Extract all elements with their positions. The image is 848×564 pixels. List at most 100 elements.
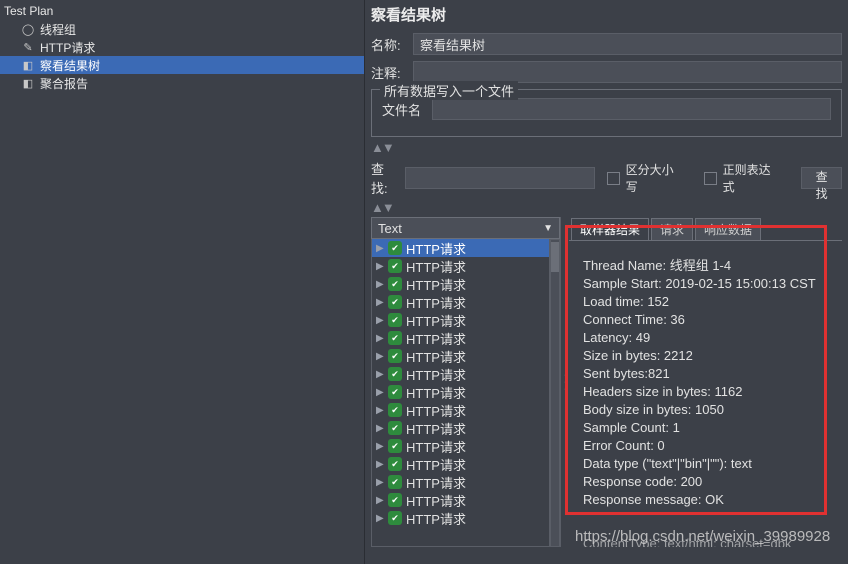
tab-response[interactable]: 响应数据	[695, 218, 761, 240]
plan-tree[interactable]: Test Plan ◯ 线程组 ✎ HTTP请求 ◧ 察看结果树 ◧ 聚合报告	[0, 0, 365, 564]
success-icon: ✔	[388, 277, 402, 291]
detail-line: Headers size in bytes: 1162	[583, 383, 828, 401]
result-label: HTTP请求	[406, 473, 466, 492]
renderer-dropdown[interactable]: Text ▼	[371, 217, 560, 239]
success-icon: ✔	[388, 349, 402, 363]
regex-checkbox[interactable]	[704, 172, 716, 185]
result-row[interactable]: ▶✔ HTTP请求	[372, 383, 549, 401]
tree-item-resultstree[interactable]: ◧ 察看结果树	[0, 56, 364, 74]
success-icon: ✔	[388, 457, 402, 471]
result-row[interactable]: ▶✔ HTTP请求	[372, 347, 549, 365]
result-row[interactable]: ▶✔HTTP请求	[372, 473, 549, 491]
success-icon: ✔	[388, 313, 402, 327]
split-handle[interactable]: ···	[561, 217, 569, 547]
result-label: HTTP请求	[406, 455, 466, 474]
expand-icon: ▶	[376, 423, 388, 434]
success-icon: ✔	[388, 403, 402, 417]
result-row[interactable]: ▶✔HTTP请求	[372, 491, 549, 509]
detail-line: Response code: 200	[583, 473, 828, 491]
result-label: HTTP请求	[406, 329, 466, 348]
collapse-arrows-2[interactable]: ▲▼	[371, 203, 842, 213]
result-row[interactable]: ▶✔ HTTP请求	[372, 239, 549, 257]
file-output-fieldset: 所有数据写入一个文件 文件名	[371, 89, 842, 137]
result-label: HTTP请求	[406, 509, 466, 528]
detail-line: Sent bytes:821	[583, 365, 828, 383]
expand-icon: ▶	[376, 513, 388, 524]
detail-line: Connect Time: 36	[583, 311, 828, 329]
expand-icon: ▶	[376, 315, 388, 326]
expand-icon: ▶	[376, 297, 388, 308]
comment-input[interactable]	[413, 61, 842, 83]
name-label: 名称:	[371, 35, 413, 54]
tree-root[interactable]: Test Plan	[0, 2, 364, 20]
sampler-result-pane: Thread Name: 线程组 1-4Sample Start: 2019-0…	[569, 241, 842, 547]
expand-icon: ▶	[376, 333, 388, 344]
result-label: HTTP请求	[406, 437, 466, 456]
result-row[interactable]: ▶✔HTTP请求	[372, 401, 549, 419]
success-icon: ✔	[388, 241, 402, 255]
detail-line: Size in bytes: 2212	[583, 347, 828, 365]
search-button[interactable]: 查找	[801, 167, 842, 189]
filename-input[interactable]	[432, 98, 831, 120]
watermark-text: https://blog.csdn.net/weixin_39989928	[575, 528, 830, 545]
tree-root-label: Test Plan	[4, 4, 53, 18]
result-label: HTTP请求	[406, 293, 466, 312]
name-input[interactable]	[413, 33, 842, 55]
result-row[interactable]: ▶✔HTTP请求	[372, 257, 549, 275]
result-row[interactable]: ▶✔HTTP请求	[372, 509, 549, 527]
expand-icon: ▶	[376, 387, 388, 398]
result-row[interactable]: ▶✔HTTP请求	[372, 419, 549, 437]
collapse-arrows[interactable]: ▲▼	[371, 143, 842, 153]
detail-line: Body size in bytes: 1050	[583, 401, 828, 419]
success-icon: ✔	[388, 295, 402, 309]
listener-icon: ◧	[20, 75, 36, 91]
result-row[interactable]: ▶✔HTTP请求	[372, 455, 549, 473]
expand-icon: ▶	[376, 279, 388, 290]
detail-line: Sample Start: 2019-02-15 15:00:13 CST	[583, 275, 828, 293]
success-icon: ✔	[388, 439, 402, 453]
result-row[interactable]: ▶✔ HTTP请求	[372, 437, 549, 455]
sampler-icon: ✎	[20, 39, 36, 55]
result-row[interactable]: ▶✔HTTP请求	[372, 275, 549, 293]
filename-label: 文件名	[382, 100, 432, 119]
result-row[interactable]: ▶✔HTTP请求	[372, 365, 549, 383]
detail-line: Data type ("text"|"bin"|""): text	[583, 455, 828, 473]
result-label: HTTP请求	[406, 365, 466, 384]
result-label: HTTP请求	[406, 257, 466, 276]
results-list[interactable]: ▶✔HTTP请求▶✔HTTP请求▶✔HTTP请求▶✔HTTP请求▶✔HTTP请求…	[371, 239, 550, 547]
expand-icon: ▶	[376, 495, 388, 506]
listener-icon: ◧	[20, 57, 36, 73]
success-icon: ✔	[388, 421, 402, 435]
results-scrollbar[interactable]	[550, 239, 560, 547]
search-label: 查找:	[371, 159, 399, 197]
expand-icon: ▶	[376, 351, 388, 362]
expand-icon: ▶	[376, 369, 388, 380]
result-label: HTTP请求	[406, 311, 466, 330]
tree-item-aggregate[interactable]: ◧ 聚合报告	[0, 74, 364, 92]
detail-line: Response message: OK	[583, 491, 828, 509]
success-icon: ✔	[388, 385, 402, 399]
result-label: HTTP请求	[406, 347, 466, 366]
tab-sampler-result[interactable]: 取样器结果	[571, 218, 649, 240]
detail-line: Thread Name: 线程组 1-4	[583, 257, 828, 275]
result-row[interactable]: ▶✔ HTTP请求	[372, 293, 549, 311]
search-input[interactable]	[405, 167, 595, 189]
tab-request[interactable]: 请求	[651, 218, 693, 240]
panel-title: 察看结果树	[371, 4, 842, 25]
tree-item-threadgroup[interactable]: ◯ 线程组	[0, 20, 364, 38]
expand-icon: ▶	[376, 243, 388, 254]
tree-item-http[interactable]: ✎ HTTP请求	[0, 38, 364, 56]
result-row[interactable]: ▶✔ HTTP请求	[372, 311, 549, 329]
detail-line: Load time: 152	[583, 293, 828, 311]
expand-icon: ▶	[376, 477, 388, 488]
result-label: HTTP请求	[406, 401, 466, 420]
expand-icon: ▶	[376, 441, 388, 452]
result-label: HTTP请求	[406, 491, 466, 510]
result-row[interactable]: ▶✔HTTP请求	[372, 329, 549, 347]
detail-line: Error Count: 0	[583, 437, 828, 455]
result-label: HTTP请求	[406, 239, 466, 258]
success-icon: ✔	[388, 259, 402, 273]
case-checkbox[interactable]	[607, 172, 619, 185]
case-label: 区分大小写	[626, 161, 683, 195]
result-label: HTTP请求	[406, 383, 466, 402]
